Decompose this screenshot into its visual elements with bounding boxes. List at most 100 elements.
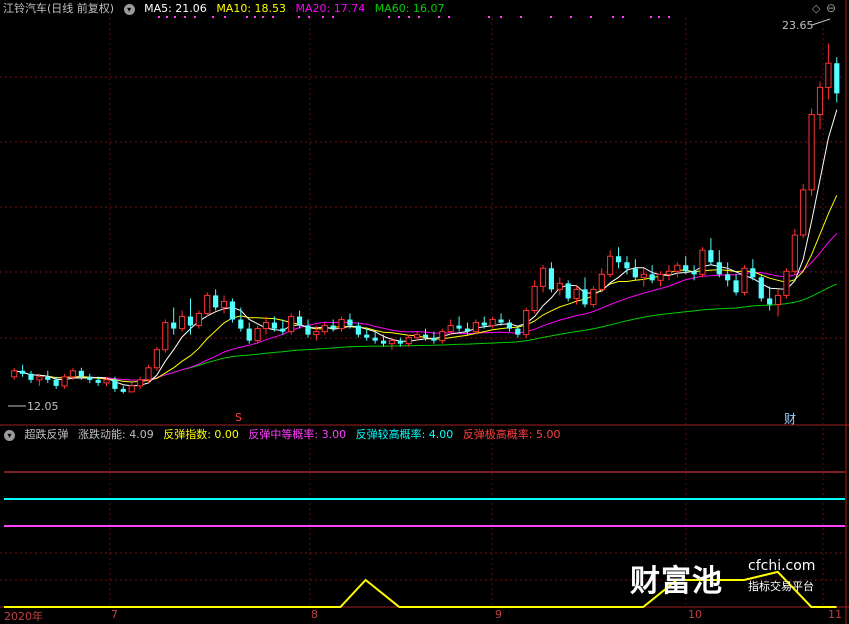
candle-body-down <box>271 322 278 329</box>
indicator-medium-prob: 反弹中等概率: 3.00 <box>248 428 347 441</box>
indicator-extreme-prob: 反弹极高概率: 5.00 <box>462 428 561 441</box>
candle-body-up <box>674 264 681 272</box>
dot-marker <box>438 16 440 18</box>
candle-body-up <box>447 325 454 333</box>
candle-body-up <box>531 285 538 311</box>
marker-cai: 财 <box>784 412 797 426</box>
candle-body-up <box>137 379 144 387</box>
dot-marker <box>246 16 248 18</box>
candle-body-up <box>825 62 832 88</box>
dot-marker <box>272 16 274 18</box>
x-label-aug: 8 <box>311 608 318 621</box>
candle-body-up <box>774 294 782 305</box>
candle-body-down <box>120 388 126 392</box>
candle-body-down <box>548 268 555 290</box>
dot-marker <box>520 16 522 18</box>
high-arrow <box>811 18 831 26</box>
candle-body-down <box>364 334 370 338</box>
watermark: 财富池 cfchi.com 指标交易平台 <box>630 556 830 600</box>
candle-body-up <box>321 325 328 333</box>
dot-marker <box>262 16 264 18</box>
candle-body-up <box>598 273 605 290</box>
dot-marker <box>650 16 652 18</box>
candle-body-up <box>808 113 815 191</box>
candle-body-down <box>498 319 504 323</box>
candle-body-up <box>153 349 160 369</box>
candle-body-up <box>539 267 547 287</box>
candle-body-down <box>296 316 303 326</box>
candle-body-down <box>305 325 311 335</box>
candle-body-up <box>11 370 18 378</box>
candle-body-down <box>372 337 378 341</box>
candle-body-down <box>213 295 219 308</box>
dot-marker <box>158 16 160 18</box>
dot-marker <box>612 16 614 18</box>
candle-body-up <box>103 379 110 384</box>
candle-body-down <box>632 268 638 278</box>
candle-body-down <box>87 376 93 380</box>
candle-body-up <box>313 331 320 336</box>
dot-marker <box>194 16 196 18</box>
candle-body-down <box>834 63 840 94</box>
candle-body-down <box>506 322 513 329</box>
candle-body-up <box>590 288 597 305</box>
candle-body-down <box>758 277 764 299</box>
candle-body-down <box>28 373 34 380</box>
candle-body-up <box>741 267 748 293</box>
candle-body-up <box>405 337 412 345</box>
candle-body-down <box>171 322 177 329</box>
dot-marker <box>550 16 552 18</box>
candle-body-up <box>472 322 479 333</box>
candle-body-down <box>355 325 361 335</box>
candle-body-down <box>565 283 571 299</box>
price-chart[interactable] <box>0 0 849 624</box>
dot-marker <box>322 16 324 18</box>
indicator-rebound-index: 反弹指数: 0.00 <box>163 428 239 441</box>
ma5-line <box>14 109 838 387</box>
candle-body-down <box>53 379 59 386</box>
candle-body-down <box>246 328 252 341</box>
dot-marker <box>622 16 624 18</box>
candle-body-down <box>347 319 353 326</box>
candle-body-down <box>708 250 714 263</box>
x-label-jul: 7 <box>111 608 118 621</box>
dot-marker <box>184 16 186 18</box>
candle-body-down <box>456 325 462 329</box>
candle-body-up <box>657 273 664 281</box>
candle-body-down <box>19 370 26 374</box>
candle-body-up <box>414 334 421 339</box>
dot-marker <box>388 16 390 18</box>
indicator-momentum: 涨跌动能: 4.09 <box>78 428 154 441</box>
candle-body-up <box>178 316 186 330</box>
candle-body-down <box>464 328 471 332</box>
candle-body-down <box>280 328 286 332</box>
dot-marker <box>398 16 400 18</box>
candle-body-down <box>750 268 756 278</box>
candle-body-up <box>388 340 396 345</box>
candle-body-down <box>733 280 739 293</box>
x-label-year: 2020年 <box>4 610 43 623</box>
candle-body-up <box>61 376 68 387</box>
candle-body-down <box>422 334 429 338</box>
candle-body-up <box>439 331 446 342</box>
candle-body-down <box>683 265 689 272</box>
dot-marker <box>668 16 670 18</box>
candle-body-up <box>816 86 824 115</box>
ma10-line <box>14 195 838 383</box>
low-price-label: 12.05 <box>27 400 59 413</box>
candle-body-up <box>195 313 202 327</box>
candle-body-down <box>615 256 622 263</box>
candle-body-up <box>36 376 43 381</box>
candle-body-up <box>69 370 77 378</box>
watermark-url: cfchi.com <box>748 558 816 574</box>
candle-body-up <box>523 309 530 336</box>
candle-body-down <box>691 271 697 275</box>
candle-body-up <box>162 322 169 351</box>
candle-body-down <box>431 337 437 341</box>
chevron-down-icon[interactable]: ▾ <box>4 429 15 441</box>
dot-marker <box>500 16 502 18</box>
candle-body-up <box>145 367 152 381</box>
watermark-title: 财富池 <box>630 564 723 599</box>
candle-body-down <box>582 289 588 305</box>
candle-body-down <box>767 298 773 305</box>
